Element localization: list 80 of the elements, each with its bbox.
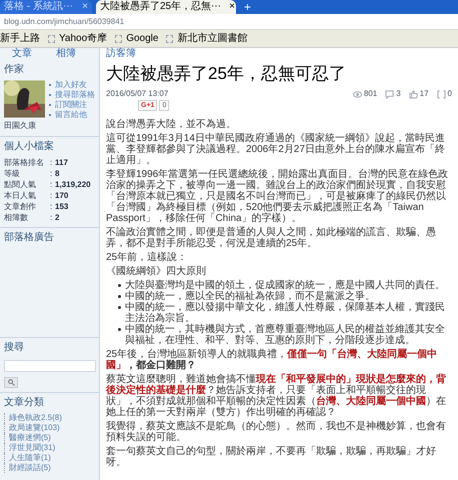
author-name: 田園久康 (4, 120, 37, 132)
stat-label: 本日人氣 (4, 190, 37, 201)
sidebar-link[interactable]: 加入好友 (55, 80, 87, 90)
search-button[interactable] (4, 377, 18, 388)
stat-count: 17 (420, 88, 429, 100)
stat-label: 等級 (4, 168, 21, 179)
paragraph: 套一句蔡英文自己的句型，關於兩岸，不要再「欺騙，欺騙，再欺騙」才好呀。 (106, 446, 437, 468)
list-item: 中國的統一，應以全民的福祉為依歸，而不是黨派之爭。 (125, 291, 375, 302)
section-heading: 部落格廣告 (4, 232, 55, 244)
separator: : (50, 168, 54, 179)
bookmark-link[interactable]: Yahoo奇摩 (59, 31, 108, 46)
section-heading: 搜尋 (4, 342, 25, 354)
bullet-icon (118, 306, 121, 309)
sidebar-link[interactable]: 搜尋部落格 (55, 90, 95, 100)
close-icon[interactable]: × (229, 1, 235, 13)
close-icon[interactable]: × (82, 1, 88, 13)
stat-value: 153 (55, 201, 68, 212)
stat-value: 2 (55, 212, 60, 223)
page-icon (115, 34, 122, 42)
bookmark-link[interactable]: 新手上路 (0, 31, 40, 46)
new-tab-button[interactable]: + (240, 0, 256, 14)
category-link[interactable]: 綠色執政2.5(8) (4, 413, 95, 423)
paragraph: 蔡英文這麼聰明，難道她會搞不懂現在「和平發展中的」現狀是怎麼來的，背後決定性的基礎是什麼？她告訴支持者，只要「表面上和平順暢交往的現狀」，不須對成就那個和平順暢的決定性因素（台灣、大陸同屬一個中國）在她上任的第一天對兩岸（雙方）作出明確的再確認？ (106, 374, 447, 418)
list-item: 大陸與臺灣均是中國的領土，促成國家的統一，應是中國人共同的責任。 (125, 280, 445, 291)
stat-count: 0 (448, 88, 452, 100)
article-title: 大陸被愚弄了25年，忍無可忍了 (106, 64, 347, 84)
bookmark-link[interactable]: 新北市立圖書館 (177, 31, 248, 46)
bracket-icon (436, 90, 446, 98)
paragraph: 《國統綱領》四大原則 (106, 266, 207, 277)
stat-label: 相簿數 (4, 212, 29, 223)
stat-value: 117 (55, 157, 68, 168)
category-link[interactable]: 浮世見聞(31) (4, 443, 95, 453)
stat-label: 點閱人氣 (4, 179, 37, 190)
list-item: 中國的統一，其時機與方式，首應尊重臺灣地區人民的權益並維護其安全與福祉，在理性、和平、對等、互惠的原則下，分階段逐步達成。 (125, 324, 446, 346)
stat-value: 1,319,220 (55, 179, 91, 190)
nav-tab[interactable]: 訪客簿 (106, 48, 136, 60)
sidebar-link[interactable]: 訂閱關注 (55, 100, 87, 110)
section-heading: 文章分類 (4, 397, 45, 409)
search-field[interactable] (4, 360, 96, 372)
stat-label: 文章創作 (4, 201, 37, 212)
paragraph: 25年前，這樣說： (106, 252, 188, 263)
comment-icon (385, 90, 394, 98)
separator: : (50, 190, 54, 201)
nav-tab[interactable]: 文章 (12, 48, 32, 60)
stat-value: 8 (55, 168, 60, 179)
paragraph: 不論政治實體之間，即便是普通的人與人之間，如此極端的謊言、欺騙、愚弄，都不是對手所能忍受，何況是連續的25年。 (106, 227, 437, 249)
bullet-icon (118, 328, 121, 331)
browser-tab[interactable]: 落格 - 系統訊⋯ × (0, 0, 92, 14)
category-link[interactable]: 政局速覽(103) (4, 423, 95, 433)
paragraph: 這可從1991年3月14日中華民國政府通過的《國家統一綱領》說起，當時民進黨、李登輝都參與了決議過程。2006年2月27日由意外上台的陳水扁宣布「終止適用」。 (106, 133, 446, 166)
paragraph: 說台灣愚弄大陸，並不為過。 (106, 119, 237, 130)
separator: : (50, 212, 54, 223)
bookmark-link[interactable]: Google (126, 31, 158, 46)
separator: : (50, 201, 54, 212)
article-date: 2016/05/07 13:07 (106, 88, 168, 100)
bullet-icon (118, 295, 121, 298)
page-icon (166, 34, 174, 42)
paragraph: 25年後，台灣地區新領導人的就職典禮，僅僅一句「台灣、大陸同屬一個中國」，都金口難開？ (106, 349, 438, 371)
separator: : (50, 179, 54, 190)
stat-count: 3 (396, 88, 401, 100)
stat-count: 801 (364, 88, 378, 100)
category-link[interactable]: 醫療迷惘(5) (4, 433, 95, 443)
category-link[interactable]: 財經談話(5) (4, 463, 95, 473)
sidebar-link[interactable]: 留言給他 (55, 110, 87, 120)
eye-icon (352, 90, 362, 98)
search-icon (8, 379, 14, 386)
thumbs-up-icon (408, 90, 418, 98)
paragraph: 我覺得，蔡英文應該不是鴕鳥（的心態）。然而，我也不是神機妙算，也會有預料失誤的可能。 (106, 421, 447, 443)
section-heading: 個人小檔案 (4, 141, 55, 153)
page-icon (48, 34, 55, 42)
stat-label: 部落格排名 (4, 157, 45, 168)
stat-value: 170 (55, 190, 68, 201)
category-link[interactable]: 人生隨筆(1) (4, 453, 95, 463)
nav-tab[interactable]: 相簿 (56, 48, 76, 60)
paragraph: 李登輝1996年當選第一任民選總統後，開始露出真面目。台灣的民意在綠色政治家的操弄之下，被導向一邊一國。雖說台上的政治家們囿於現實，自我安慰「台灣原本就已獨立，只是國名不叫台灣而已」，可是被麻痺了的綠民仍然以「台灣國」為終極目標（例如，520他們要去示威把護照正名為「Taiwan Passport」，移除任何「China」的字樣）。 (106, 169, 450, 224)
separator: : (50, 157, 54, 168)
browser-tab[interactable]: 大陸被愚弄了25年，忍無⋯ × (96, 0, 236, 14)
section-heading: 作家 (4, 64, 25, 76)
bullet-icon (118, 284, 121, 287)
list-item: 中國的統一，應以發揚中華文化，維護人性尊嚴，保障基本人權，實踐民主法治為宗旨。 (125, 302, 446, 324)
